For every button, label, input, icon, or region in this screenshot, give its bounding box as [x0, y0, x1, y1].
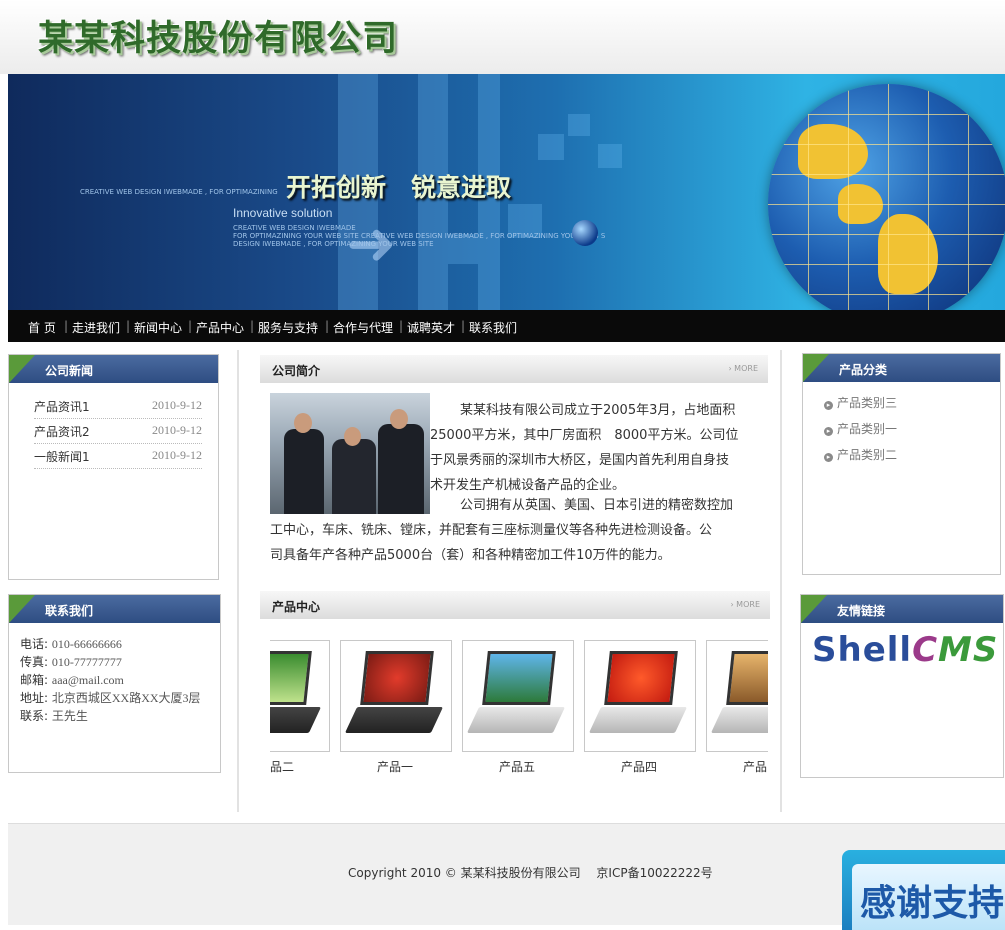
nav-item-home[interactable]: 首 页 [28, 319, 56, 336]
hero-banner: ➜ CREATIVE WEB DESIGN IWEBMADE , FOR OPT… [8, 74, 1005, 310]
banner-solution: Innovative solution [233, 206, 333, 220]
shellcms-logo-link[interactable]: ShellCMS [812, 630, 998, 670]
product-image[interactable] [584, 640, 696, 752]
news-panel-header: 公司新闻 [9, 355, 218, 383]
news-list-item[interactable]: 产品资讯2 2010-9-12 [34, 419, 202, 444]
news-date: 2010-9-12 [152, 398, 202, 412]
products-title: 产品中心 [272, 600, 321, 614]
category-item[interactable]: ▸ 产品类别三 [824, 394, 897, 411]
nav-item-service[interactable]: 服务与支持 [258, 319, 318, 336]
intro-paragraph-line: 司具备年产各种产品5000台（套）和各种精密加工件10万件的能力。 [270, 548, 671, 563]
nav-item-contact[interactable]: 联系我们 [469, 319, 517, 336]
news-date: 2010-9-12 [152, 448, 202, 462]
news-panel: 公司新闻 产品资讯1 2010-9-12 产品资讯2 2010-9-12 一般新… [8, 354, 219, 580]
intro-paragraph-line: 工中心，车床、铣床、镗床，并配套有三座标测量仪等各种先进检测设备。公 [270, 523, 713, 538]
business-handshake-image [270, 393, 430, 514]
thanks-text: 感谢支持 [860, 883, 1005, 924]
site-header: 某某科技股份有限公司 [0, 0, 1005, 74]
copyright-text: Copyright 2010 © 某某科技股份有限公司 京ICP备1002222… [348, 866, 713, 880]
bullet-icon: ▸ [824, 427, 833, 436]
product-label[interactable]: 产品 [743, 758, 767, 775]
product-label[interactable]: 品二 [270, 758, 294, 775]
contact-fax: 传真: 010-77777777 [20, 655, 122, 669]
banner-square [568, 114, 590, 136]
main-nav: 首 页 | 走进我们 | 新闻中心 | 产品中心 | 服务与支持 | 合作与代理… [8, 310, 1005, 342]
intro-title: 公司简介 [272, 364, 321, 378]
product-label[interactable]: 产品一 [377, 758, 413, 775]
banner-ball [572, 220, 598, 246]
products-more-link[interactable]: › MORE [730, 600, 760, 609]
bullet-icon: ▸ [824, 453, 833, 462]
contact-person: 联系: 王先生 [20, 709, 88, 723]
product-label[interactable]: 产品四 [621, 758, 657, 775]
product-image[interactable] [270, 640, 330, 752]
category-item[interactable]: ▸ 产品类别一 [824, 420, 897, 437]
company-logo[interactable]: 某某科技股份有限公司 [38, 10, 398, 61]
category-panel-title: 产品分类 [839, 363, 888, 377]
news-title[interactable]: 一般新闻1 [34, 448, 90, 465]
contact-phone: 电话: 010-66666666 [20, 637, 122, 651]
products-header: 产品中心 › MORE [260, 591, 770, 619]
banner-tagline: CREATIVE WEB DESIGN IWEBMADE , FOR OPTIM… [80, 188, 278, 196]
contact-address: 地址: 北京西城区XX路XX大厦3层 [20, 691, 201, 705]
news-list-item[interactable]: 一般新闻1 2010-9-12 [34, 444, 202, 469]
thanks-badge[interactable]: 感谢支持 [842, 850, 1005, 930]
banner-square [598, 144, 622, 168]
product-image[interactable] [462, 640, 574, 752]
nav-item-cooperation[interactable]: 合作与代理 [333, 319, 393, 336]
nav-item-news[interactable]: 新闻中心 [134, 319, 182, 336]
banner-small-line: DESIGN IWEBMADE , FOR OPTIMAZINING YOUR … [233, 240, 434, 248]
banner-small-line: CREATIVE WEB DESIGN IWEBMADE [233, 224, 356, 232]
intro-header: 公司简介 › MORE [260, 355, 768, 383]
news-title[interactable]: 产品资讯2 [34, 423, 90, 440]
news-list-item[interactable]: 产品资讯1 2010-9-12 [34, 394, 202, 419]
intro-paragraph-line: 某某科技有限公司成立于2005年3月，占地面积 [460, 403, 736, 418]
product-image[interactable] [706, 640, 768, 752]
intro-paragraph-line: 于风景秀丽的深圳市大桥区，是国内首先利用自身技 [430, 453, 730, 468]
links-panel: 友情链接 [800, 594, 1004, 778]
category-panel: 产品分类 [802, 353, 1001, 575]
category-panel-header: 产品分类 [803, 354, 1000, 382]
banner-small-line: FOR OPTIMAZINING YOUR WEB SITE CREATIVE … [233, 232, 606, 240]
nav-item-jobs[interactable]: 诚聘英才 [407, 319, 455, 336]
banner-slogan: 开拓创新 锐意进取 [286, 173, 512, 202]
product-image[interactable] [340, 640, 452, 752]
links-panel-header: 友情链接 [801, 595, 1003, 623]
news-date: 2010-9-12 [152, 423, 202, 437]
globe-icon [768, 84, 1005, 310]
category-item[interactable]: ▸ 产品类别二 [824, 446, 897, 463]
product-label[interactable]: 产品五 [499, 758, 535, 775]
contact-panel: 联系我们 电话: 010-66666666 传真: 010-77777777 邮… [8, 594, 221, 773]
contact-panel-header: 联系我们 [9, 595, 220, 623]
column-divider [237, 350, 239, 812]
intro-more-link[interactable]: › MORE [728, 364, 758, 373]
product-carousel: 品二 产品一 产品五 产品四 产品 [270, 630, 768, 780]
contact-email: 邮箱: aaa@mail.com [20, 673, 124, 687]
nav-item-about[interactable]: 走进我们 [72, 319, 120, 336]
links-panel-title: 友情链接 [837, 604, 886, 618]
column-divider [780, 350, 782, 812]
intro-paragraph-line: 25000平方米，其中厂房面积 8000平方米。公司位 [430, 428, 739, 443]
news-title[interactable]: 产品资讯1 [34, 398, 90, 415]
news-panel-title: 公司新闻 [45, 364, 94, 378]
bullet-icon: ▸ [824, 401, 833, 410]
contact-panel-title: 联系我们 [45, 604, 94, 618]
nav-item-products[interactable]: 产品中心 [196, 319, 244, 336]
intro-paragraph-line: 公司拥有从英国、美国、日本引进的精密数控加 [460, 498, 734, 513]
banner-square [538, 134, 564, 160]
